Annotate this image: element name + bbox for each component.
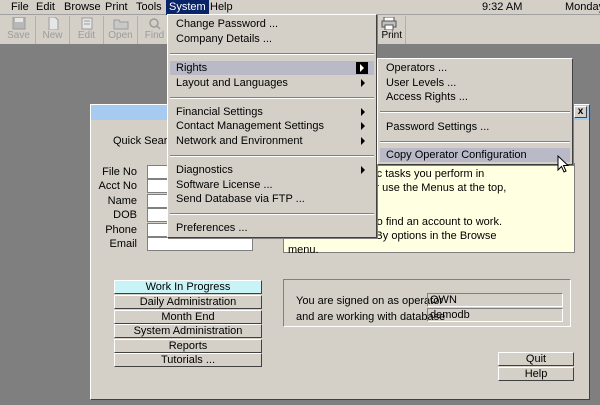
system-menu: Change Password ... Company Details ... …	[167, 14, 377, 238]
database-label: and are working with database	[296, 311, 446, 323]
menu-separator	[380, 111, 570, 113]
acct-no-label: Acct No	[98, 180, 137, 192]
menu-file[interactable]: File	[8, 0, 32, 15]
menu-item-copy-operator-configuration[interactable]: Copy Operator Configuration	[380, 148, 570, 162]
menu-item-company-details[interactable]: Company Details ...	[170, 32, 374, 46]
menu-item-user-levels[interactable]: User Levels ...	[380, 76, 570, 90]
menu-separator	[380, 141, 570, 143]
task-month-end[interactable]: Month End	[114, 310, 262, 324]
name-label: Name	[107, 195, 137, 207]
menu-item-preferences[interactable]: Preferences ...	[170, 221, 374, 235]
rights-submenu: Operators ... User Levels ... Access Rig…	[377, 58, 573, 165]
file-no-label: File No	[102, 166, 137, 178]
menu-item-access-rights[interactable]: Access Rights ...	[380, 90, 570, 104]
chevron-right-icon	[361, 166, 365, 174]
chevron-right-icon	[361, 122, 365, 130]
menu-help[interactable]: Help	[207, 0, 236, 15]
menu-item-software-license[interactable]: Software License ...	[170, 178, 374, 192]
menu-print[interactable]: Print	[102, 0, 131, 15]
new-button[interactable]: New	[36, 16, 70, 44]
menu-separator	[170, 155, 374, 157]
chevron-right-icon	[356, 62, 368, 74]
menu-item-send-database-ftp[interactable]: Send Database via FTP ...	[170, 192, 374, 206]
new-label: New	[42, 30, 63, 41]
find-icon	[148, 18, 161, 30]
menu-item-layout-languages[interactable]: Layout and Languages	[170, 76, 374, 90]
menu-system[interactable]: System	[166, 0, 209, 15]
menu-item-contact-management[interactable]: Contact Management Settings	[170, 119, 374, 133]
menu-separator	[170, 213, 374, 215]
open-label: Open	[108, 30, 133, 41]
task-reports[interactable]: Reports	[114, 339, 262, 353]
menu-tools[interactable]: Tools	[133, 0, 165, 15]
help-button[interactable]: Help	[498, 367, 574, 381]
menu-separator	[170, 53, 374, 55]
task-daily-administration[interactable]: Daily Administration	[114, 295, 262, 309]
menu-item-operators[interactable]: Operators ...	[380, 61, 570, 75]
menu-item-network-environment-label: Network and Environment	[176, 135, 303, 147]
print-button[interactable]: Print	[372, 16, 406, 44]
folder-open-icon	[113, 19, 128, 30]
menu-item-diagnostics-label: Diagnostics	[176, 164, 233, 176]
save-button[interactable]: Save	[2, 16, 36, 44]
signed-on-label: You are signed on as operator	[296, 295, 443, 307]
phone-label: Phone	[105, 224, 137, 236]
menu-item-contact-management-label: Contact Management Settings	[176, 120, 324, 132]
menu-item-network-environment[interactable]: Network and Environment	[170, 134, 374, 148]
quit-button[interactable]: Quit	[498, 352, 574, 366]
edit-label: Edit	[77, 30, 96, 41]
menu-item-financial-settings[interactable]: Financial Settings	[170, 105, 374, 119]
mouse-pointer-icon	[557, 155, 570, 173]
task-system-administration[interactable]: System Administration	[114, 324, 262, 338]
menu-separator	[170, 97, 374, 99]
menu-item-rights[interactable]: Rights	[170, 61, 374, 75]
menu-item-password-settings[interactable]: Password Settings ...	[380, 120, 570, 134]
menu-bar: File Edit Browse Print Tools System Help…	[0, 0, 600, 15]
task-work-in-progress[interactable]: Work In Progress	[114, 280, 262, 294]
info-line: menu.	[288, 244, 319, 256]
edit-icon	[81, 17, 92, 30]
menu-browse[interactable]: Browse	[61, 0, 104, 15]
dob-label: DOB	[113, 209, 137, 221]
clock-day: Monday	[565, 1, 600, 13]
chevron-right-icon	[361, 79, 365, 87]
menu-item-diagnostics[interactable]: Diagnostics	[170, 163, 374, 177]
email-input[interactable]	[147, 237, 253, 251]
new-document-icon	[48, 17, 58, 30]
menu-item-layout-languages-label: Layout and Languages	[176, 77, 288, 89]
close-icon[interactable]: x	[574, 106, 587, 118]
open-button[interactable]: Open	[104, 16, 138, 44]
chevron-right-icon	[361, 137, 365, 145]
save-icon	[12, 17, 25, 30]
save-label: Save	[7, 30, 30, 41]
menu-item-rights-label: Rights	[176, 62, 208, 74]
operator-value: OWN	[427, 293, 563, 307]
menu-edit[interactable]: Edit	[33, 0, 58, 15]
chevron-right-icon	[361, 108, 365, 116]
clock-time: 9:32 AM	[482, 1, 523, 13]
menu-item-financial-settings-label: Financial Settings	[176, 106, 263, 118]
database-value: demodb	[427, 308, 563, 322]
email-label: Email	[109, 238, 137, 250]
task-tutorials[interactable]: Tutorials ...	[114, 353, 262, 367]
printer-icon	[381, 17, 396, 30]
edit-button[interactable]: Edit	[70, 16, 104, 44]
menu-item-change-password[interactable]: Change Password ...	[170, 17, 374, 31]
